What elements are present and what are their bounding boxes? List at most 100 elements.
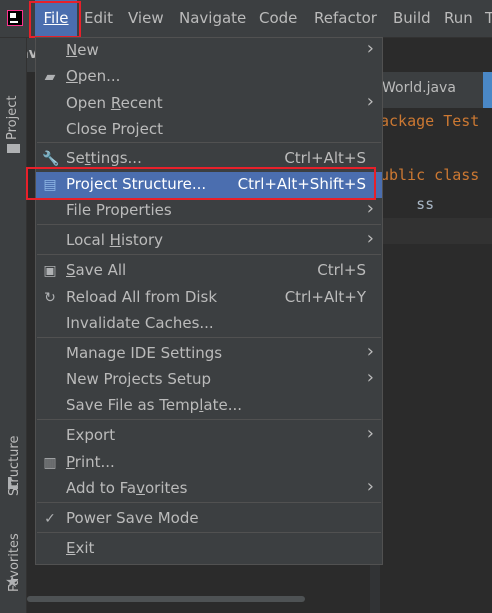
file-menu-dropdown: New › ▰ Open... Open Recent › Close Project 🔧 Se… — [35, 37, 383, 565]
menu-separator — [37, 419, 381, 420]
menu-run-label: Run — [444, 9, 473, 27]
menu-item-manage-ide-settings[interactable]: Manage IDE Settings › — [36, 341, 382, 367]
menu-item-label: Print... — [66, 453, 115, 471]
menu-item-invalidate-caches[interactable]: Invalidate Caches... — [36, 311, 382, 337]
menu-build-label: Build — [393, 9, 431, 27]
project-tool-tab[interactable]: Project — [0, 82, 26, 153]
menu-item-print[interactable]: ▥ Print... — [36, 450, 382, 476]
menu-edit[interactable]: Edit — [84, 0, 113, 37]
structure-icon — [8, 477, 18, 489]
menu-view[interactable]: View — [128, 0, 164, 37]
menu-item-shortcut: Ctrl+Alt+Y — [284, 288, 366, 306]
menu-code[interactable]: Code — [259, 0, 297, 37]
menu-navigate-label: Navigate — [179, 9, 247, 27]
menu-item-label: Reload All from Disk — [66, 288, 218, 306]
menu-separator — [37, 532, 381, 533]
menu-item-label: Power Save Mode — [66, 509, 199, 527]
submenu-arrow-icon: › — [366, 423, 374, 444]
menu-item-label: New Projects Setup — [66, 370, 212, 388]
save-icon: ▣ — [43, 263, 57, 279]
menu-item-shortcut: Ctrl+S — [317, 261, 366, 279]
submenu-arrow-icon: › — [366, 367, 374, 388]
menu-item-label: Exit — [66, 539, 95, 557]
menu-tools-label: T — [485, 9, 492, 27]
menu-navigate[interactable]: Navigate — [179, 0, 246, 37]
editor-tab-bar: World.java — [370, 72, 492, 109]
menu-file-label: File — [43, 9, 69, 27]
menu-item-label: Save All — [66, 261, 127, 279]
menu-view-label: View — [128, 9, 164, 27]
menu-edit-label: Edit — [84, 9, 114, 27]
menu-item-exit[interactable]: Exit — [36, 536, 382, 562]
menu-item-save-file-as-template[interactable]: Save File as Template... — [36, 393, 382, 419]
editor-tab-helloworld[interactable]: World.java — [382, 80, 456, 96]
menu-item-label: Close Project — [66, 120, 163, 138]
folder-open-icon: ▰ — [44, 69, 56, 85]
menu-item-open[interactable]: ▰ Open... — [36, 64, 382, 90]
horizontal-scrollbar[interactable] — [27, 596, 305, 602]
menu-item-close-project[interactable]: Close Project — [36, 117, 382, 143]
submenu-arrow-icon: › — [366, 228, 374, 249]
menu-separator — [37, 142, 381, 143]
menu-bar: File Edit View Navigate Code Refactor Bu… — [0, 0, 492, 38]
submenu-arrow-icon: › — [366, 38, 374, 59]
menu-item-label: New — [66, 41, 99, 59]
menu-refactor[interactable]: Refactor — [314, 0, 377, 37]
menu-refactor-label: Refactor — [314, 9, 377, 27]
menu-tools[interactable]: T — [485, 0, 492, 37]
left-tool-strip: Project Structure Favorites ★ — [0, 38, 27, 613]
editor-tab-accent — [483, 72, 492, 108]
code-line-3: ublic class — [380, 166, 479, 184]
menu-file[interactable]: File — [35, 0, 77, 37]
caret-line-highlight — [380, 218, 492, 244]
menu-separator — [37, 254, 381, 255]
menu-item-label: Project Structure... — [66, 175, 207, 193]
code-line-3-text: ublic class — [380, 166, 480, 184]
menu-item-export[interactable]: Export › — [36, 423, 382, 449]
menu-run[interactable]: Run — [444, 0, 473, 37]
reload-icon: ↻ — [44, 290, 56, 306]
print-icon: ▥ — [43, 455, 57, 471]
folder-icon — [7, 144, 20, 153]
submenu-arrow-icon: › — [366, 91, 374, 112]
menu-item-new[interactable]: New › — [36, 38, 382, 64]
menu-item-local-history[interactable]: Local History › — [36, 228, 382, 254]
menu-item-open-recent[interactable]: Open Recent › — [36, 91, 382, 117]
submenu-arrow-icon: › — [366, 341, 374, 362]
menu-item-label: Open Recent — [66, 94, 163, 112]
menu-item-label: Export — [66, 426, 116, 444]
star-icon: ★ — [5, 572, 20, 591]
menu-item-label: File Properties — [66, 201, 172, 219]
menu-item-project-structure[interactable]: ▤ Project Structure... Ctrl+Alt+Shift+S — [36, 172, 382, 198]
project-structure-icon: ▤ — [43, 177, 57, 193]
menu-item-label: Open... — [66, 67, 121, 85]
code-line-1-text: ackage Test — [380, 112, 480, 130]
menu-item-new-projects-setup[interactable]: New Projects Setup › — [36, 367, 382, 393]
menu-item-label: Local History — [66, 231, 164, 249]
menu-item-shortcut: Ctrl+Alt+S — [284, 149, 366, 167]
code-line-1: ackage Test — [380, 112, 479, 130]
menu-item-settings[interactable]: 🔧 Settings... Ctrl+Alt+S — [36, 146, 382, 172]
menu-item-label: Manage IDE Settings — [66, 344, 223, 362]
menu-item-file-properties[interactable]: File Properties › — [36, 198, 382, 224]
structure-tool-tab[interactable]: Structure — [0, 408, 26, 498]
code-line-4: ss — [380, 195, 434, 213]
menu-item-shortcut: Ctrl+Alt+Shift+S — [237, 175, 366, 193]
project-tool-tab-label: Project — [5, 95, 20, 140]
submenu-arrow-icon: › — [366, 198, 374, 219]
favorites-tool-tab[interactable]: Favorites ★ — [0, 512, 26, 602]
checkmark-icon: ✓ — [44, 511, 56, 527]
menu-item-power-save-mode[interactable]: ✓ Power Save Mode — [36, 506, 382, 532]
menu-item-label: Invalidate Caches... — [66, 314, 214, 332]
menu-item-reload-all-from-disk[interactable]: ↻ Reload All from Disk Ctrl+Alt+Y — [36, 285, 382, 311]
intellij-logo-icon — [7, 10, 23, 26]
menu-item-label: Add to Favorites — [66, 479, 188, 497]
code-editor[interactable]: ackage Test ublic class ss — [380, 108, 492, 613]
menu-separator — [37, 337, 381, 338]
menu-build[interactable]: Build — [393, 0, 431, 37]
menu-item-save-all[interactable]: ▣ Save All Ctrl+S — [36, 258, 382, 284]
menu-item-add-to-favorites[interactable]: Add to Favorites › — [36, 476, 382, 502]
submenu-arrow-icon: › — [366, 476, 374, 497]
menu-separator — [37, 224, 381, 225]
menu-item-label: Save File as Template... — [66, 396, 242, 414]
